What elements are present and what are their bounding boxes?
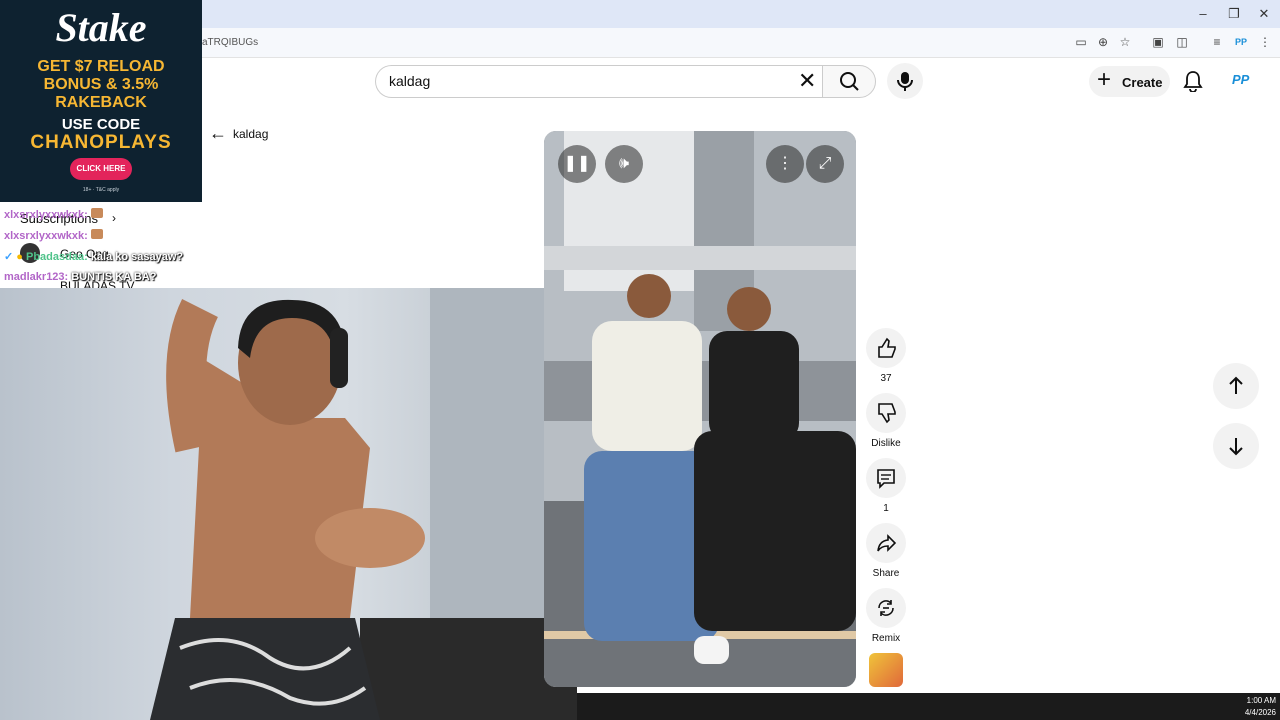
close-icon[interactable]: ✕ xyxy=(1249,4,1279,24)
browser-menu-icon[interactable]: ⋮ xyxy=(1256,34,1274,50)
notifications-bell-icon[interactable] xyxy=(1183,70,1203,97)
plus-icon: + xyxy=(1097,66,1112,93)
create-label: Create xyxy=(1122,75,1163,90)
ad-line: BONUS & 3.5% xyxy=(43,76,159,93)
like-count: 37 xyxy=(880,373,892,384)
thumbs-down-icon xyxy=(878,403,896,424)
webcam-feed xyxy=(0,288,577,720)
search-button[interactable] xyxy=(822,65,876,98)
ad-line: RAKEBACK xyxy=(55,94,147,111)
extensions-puzzle-icon[interactable]: ◫ xyxy=(1173,34,1191,50)
shorts-video-player[interactable]: ❚❚ 🕪 ⋮ ⤢ xyxy=(544,131,856,687)
previous-short-button[interactable] xyxy=(1213,363,1259,409)
stake-logo: Stake xyxy=(55,5,147,50)
like-button[interactable] xyxy=(866,328,906,368)
chat-message: ✓ ● Pbadasdaa: kala ko sasayaw? xyxy=(4,250,183,263)
taskbar xyxy=(577,693,1280,720)
bookmark-star-icon[interactable]: ☆ xyxy=(1116,34,1134,50)
microphone-icon xyxy=(897,72,913,91)
comment-count: 1 xyxy=(883,503,889,514)
sound-thumbnail[interactable] xyxy=(869,653,903,687)
back-arrow-icon[interactable]: ← xyxy=(209,124,227,142)
chat-message: xlxsrxlyxxwkxk: xyxy=(4,229,103,242)
zoom-icon[interactable]: ⊕ xyxy=(1094,34,1112,50)
share-button[interactable] xyxy=(866,523,906,563)
chevron-right-icon[interactable]: › xyxy=(112,211,116,225)
emote-icon xyxy=(90,229,103,239)
extension-g-icon[interactable]: ▣ xyxy=(1149,34,1167,50)
fullscreen-icon[interactable]: ⤢ xyxy=(806,145,844,183)
ad-promo-code: CHANOPLAYS xyxy=(30,132,172,153)
chat-username: xlxsrxlyxxwkxk: xyxy=(4,209,88,221)
emote-icon xyxy=(90,208,103,218)
media-controls-icon[interactable]: ≡ xyxy=(1208,34,1226,50)
more-options-icon[interactable]: ⋮ xyxy=(766,145,804,183)
search-query-label: kaldag xyxy=(233,127,269,141)
avatar[interactable]: PP xyxy=(1232,72,1249,87)
badge-icon: ✓ xyxy=(4,251,14,263)
restore-icon[interactable]: ❐ xyxy=(1219,4,1249,24)
chat-text: kala ko sasayaw? xyxy=(90,251,184,263)
taskbar-date[interactable]: 4/4/2026 xyxy=(1216,708,1276,717)
next-short-button[interactable] xyxy=(1213,423,1259,469)
ad-fine-print: 18+ · T&C apply xyxy=(82,187,120,193)
search-box[interactable] xyxy=(375,65,823,98)
arrow-up-icon xyxy=(1229,376,1243,394)
dislike-button[interactable] xyxy=(866,393,906,433)
pause-icon[interactable]: ❚❚ xyxy=(558,145,596,183)
cast-icon[interactable]: ▭ xyxy=(1072,34,1090,50)
ad-use-code: USE CODE xyxy=(61,116,141,133)
badge-icon: ● xyxy=(16,251,23,263)
ad-click-here-button[interactable]: CLICK HERE xyxy=(70,158,132,180)
search-icon xyxy=(840,72,859,91)
taskbar-time[interactable]: 1:00 AM xyxy=(1216,696,1276,705)
chat-username: Pbadasdaa: xyxy=(26,251,88,263)
thumbs-up-icon xyxy=(878,337,896,358)
chat-username: xlxsrxlyxxwkxk: xyxy=(4,230,88,242)
remix-button[interactable] xyxy=(866,588,906,628)
profile-icon[interactable]: PP xyxy=(1232,34,1250,50)
chat-message: madlakr123: BUNTIS KA BA? xyxy=(4,271,156,283)
dislike-label: Dislike xyxy=(871,438,901,449)
search-input[interactable]: kaldag xyxy=(389,73,430,89)
chat-text: BUNTIS KA BA? xyxy=(71,271,157,283)
ad-line: GET $7 RELOAD xyxy=(37,58,165,75)
remix-label: Remix xyxy=(871,633,901,644)
chat-username: madlakr123: xyxy=(4,271,69,283)
share-icon xyxy=(877,534,897,552)
minimize-icon[interactable]: – xyxy=(1188,4,1218,24)
comment-icon xyxy=(877,469,895,489)
arrow-down-icon xyxy=(1229,438,1243,456)
url-text[interactable]: aTRQIBUGs xyxy=(202,37,258,48)
comments-button[interactable] xyxy=(866,458,906,498)
stake-ad-banner[interactable]: Stake GET $7 RELOAD BONUS & 3.5% RAKEBAC… xyxy=(0,0,202,202)
clear-search-icon[interactable]: ✕ xyxy=(798,70,816,92)
share-label: Share xyxy=(872,568,900,579)
voice-search-button[interactable] xyxy=(887,63,923,99)
remix-icon xyxy=(878,600,894,616)
volume-icon[interactable]: 🕪 xyxy=(605,145,643,183)
chat-message: xlxsrxlyxxwkxk: xyxy=(4,208,103,221)
